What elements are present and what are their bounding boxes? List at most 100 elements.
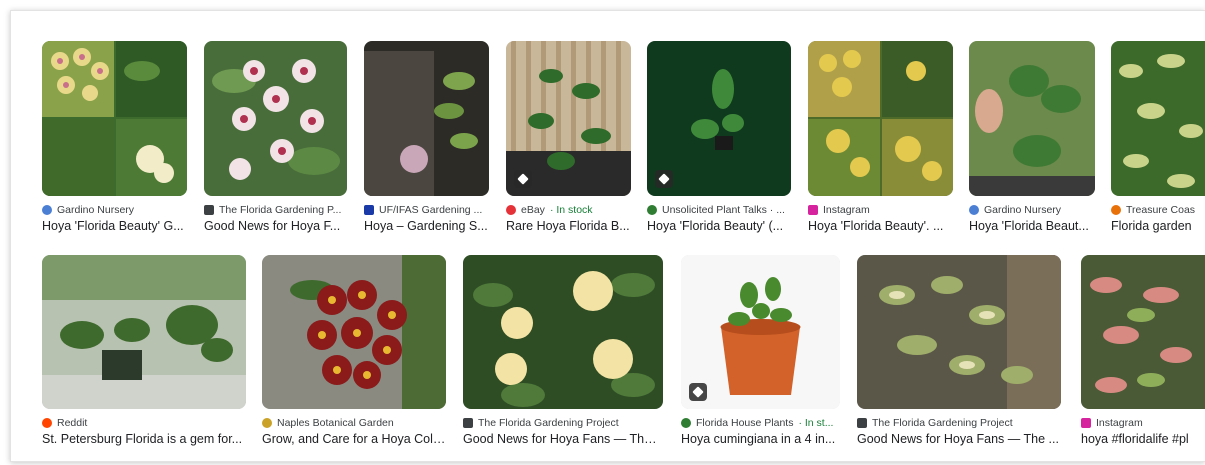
result-source[interactable]: The Florida Gardening Project — [857, 417, 1061, 429]
source-name: UF/IFAS Gardening ... — [379, 204, 483, 216]
hoya-yellow-collage-image — [808, 41, 953, 196]
result-thumbnail[interactable] — [1081, 255, 1205, 409]
result-title[interactable]: Hoya 'Florida Beauty' G... — [42, 219, 187, 233]
result-source[interactable]: Gardino Nursery — [969, 204, 1095, 216]
result-title[interactable]: Rare Hoya Florida B... — [506, 219, 631, 233]
result-source[interactable]: Gardino Nursery — [42, 204, 187, 216]
cube-icon — [463, 418, 473, 428]
result-thumbnail[interactable] — [808, 41, 953, 196]
result-title[interactable]: Good News for Hoya Fans — The ... — [463, 432, 663, 446]
hoya-pink-flowers-image — [204, 41, 347, 196]
leaf-icon — [647, 205, 657, 215]
result-thumbnail[interactable] — [969, 41, 1095, 196]
reddit-icon — [42, 418, 52, 428]
result-thumbnail[interactable] — [42, 255, 246, 409]
result-source[interactable]: Unsolicited Plant Talks · ... — [647, 204, 791, 216]
result-thumbnail[interactable] — [857, 255, 1061, 409]
result-title[interactable]: Hoya 'Florida Beauty' (... — [647, 219, 791, 233]
variegated-leaves-image — [1111, 41, 1205, 196]
globe-icon — [1111, 205, 1121, 215]
result-thumbnail[interactable] — [506, 41, 631, 196]
hoya-on-trunk-image — [364, 41, 489, 196]
source-name: Naples Botanical Garden — [277, 417, 394, 429]
source-name: The Florida Gardening Project — [478, 417, 619, 429]
result-source[interactable]: Naples Botanical Garden — [262, 417, 446, 429]
globe-icon — [969, 205, 979, 215]
result-thumbnail[interactable] — [463, 255, 663, 409]
result-title[interactable]: Grow, and Care for a Hoya Coll... — [262, 432, 446, 446]
result-thumbnail[interactable] — [647, 41, 791, 196]
hoya-red-stars-image — [262, 255, 446, 409]
result-source[interactable]: Florida House Plants · In st... — [681, 417, 840, 429]
source-name: Reddit — [57, 417, 88, 429]
source-name: Unsolicited Plant Talks · ... — [662, 204, 785, 216]
image-result-card[interactable]: Treasure Coas Florida garden — [1111, 41, 1205, 233]
source-name: The Florida Gardening P... — [219, 204, 342, 216]
variegated-hoya-greenhouse-image — [857, 255, 1061, 409]
result-title[interactable]: Hoya cumingiana in a 4 in... — [681, 432, 840, 446]
result-source[interactable]: Treasure Coas — [1111, 204, 1205, 216]
result-thumbnail[interactable] — [1111, 41, 1205, 196]
instagram-icon — [808, 205, 818, 215]
result-thumbnail[interactable] — [42, 41, 187, 196]
shopping-tag-icon — [689, 383, 707, 401]
globe-icon — [42, 205, 52, 215]
image-result-card[interactable]: Naples Botanical Garden Grow, and Care f… — [262, 255, 446, 446]
result-thumbnail[interactable] — [204, 41, 347, 196]
result-source[interactable]: The Florida Gardening Project — [463, 417, 663, 429]
result-source[interactable]: eBay · In stock — [506, 204, 631, 216]
shopping-tag-icon — [655, 170, 673, 188]
source-name: The Florida Gardening Project — [872, 417, 1013, 429]
image-result-card[interactable]: The Florida Gardening Project Good News … — [463, 255, 663, 446]
result-source[interactable]: The Florida Gardening P... — [204, 204, 347, 216]
result-thumbnail[interactable] — [262, 255, 446, 409]
image-result-card[interactable]: The Florida Gardening Project Good News … — [857, 255, 1061, 446]
hoya-collage-image — [42, 41, 187, 196]
image-results-panel: Gardino Nursery Hoya 'Florida Beauty' G.… — [10, 10, 1205, 462]
instagram-icon — [1081, 418, 1091, 428]
stock-status: · In st... — [798, 417, 834, 429]
result-title[interactable]: Good News for Hoya Fans — The ... — [857, 432, 1061, 446]
hoya-cream-flowers-image — [463, 255, 663, 409]
source-name: Treasure Coas — [1126, 204, 1196, 216]
result-title[interactable]: hoya #floridalife #pl — [1081, 432, 1205, 446]
image-result-card[interactable]: UF/IFAS Gardening ... Hoya – Gardening S… — [364, 41, 489, 233]
result-source[interactable]: Instagram — [808, 204, 953, 216]
image-result-card[interactable]: Florida House Plants · In st... Hoya cum… — [681, 255, 840, 446]
result-title[interactable]: Hoya – Gardening S... — [364, 219, 489, 233]
image-result-card[interactable]: Gardino Nursery Hoya 'Florida Beaut... — [969, 41, 1095, 233]
result-title[interactable]: Good News for Hoya F... — [204, 219, 347, 233]
ebay-icon — [506, 205, 516, 215]
stock-status: · In stock — [549, 204, 593, 216]
hoya-windowsill-image — [42, 255, 246, 409]
source-name: Instagram — [1096, 417, 1143, 429]
result-title[interactable]: Florida garden — [1111, 219, 1205, 233]
image-result-card[interactable]: Instagram hoya #floridalife #pl — [1081, 255, 1205, 446]
result-title[interactable]: Hoya 'Florida Beaut... — [969, 219, 1095, 233]
leaf-icon — [262, 418, 272, 428]
image-result-card[interactable]: Unsolicited Plant Talks · ... Hoya 'Flor… — [647, 41, 791, 233]
source-name: eBay — [521, 204, 545, 216]
result-title[interactable]: St. Petersburg Florida is a gem for... — [42, 432, 246, 446]
result-title[interactable]: Hoya 'Florida Beauty'. ... — [808, 219, 953, 233]
source-name: Florida House Plants — [696, 417, 794, 429]
plant-icon — [681, 418, 691, 428]
source-name: Gardino Nursery — [984, 204, 1062, 216]
image-result-card[interactable]: Gardino Nursery Hoya 'Florida Beauty' G.… — [42, 41, 187, 233]
result-thumbnail[interactable] — [681, 255, 840, 409]
image-result-card[interactable]: eBay · In stock Rare Hoya Florida B... — [506, 41, 631, 233]
result-source[interactable]: Instagram — [1081, 417, 1205, 429]
cube-icon — [857, 418, 867, 428]
source-name: Gardino Nursery — [57, 204, 135, 216]
image-result-card[interactable]: Instagram Hoya 'Florida Beauty'. ... — [808, 41, 953, 233]
image-result-card[interactable]: Reddit St. Petersburg Florida is a gem f… — [42, 255, 246, 446]
result-source[interactable]: UF/IFAS Gardening ... — [364, 204, 489, 216]
uf-logo-icon — [364, 205, 374, 215]
result-thumbnail[interactable] — [364, 41, 489, 196]
source-name: Instagram — [823, 204, 870, 216]
image-result-card[interactable]: The Florida Gardening P... Good News for… — [204, 41, 347, 233]
shopping-tag-icon — [514, 170, 532, 188]
pink-variegated-hoya-image — [1081, 255, 1205, 409]
result-source[interactable]: Reddit — [42, 417, 246, 429]
cube-icon — [204, 205, 214, 215]
